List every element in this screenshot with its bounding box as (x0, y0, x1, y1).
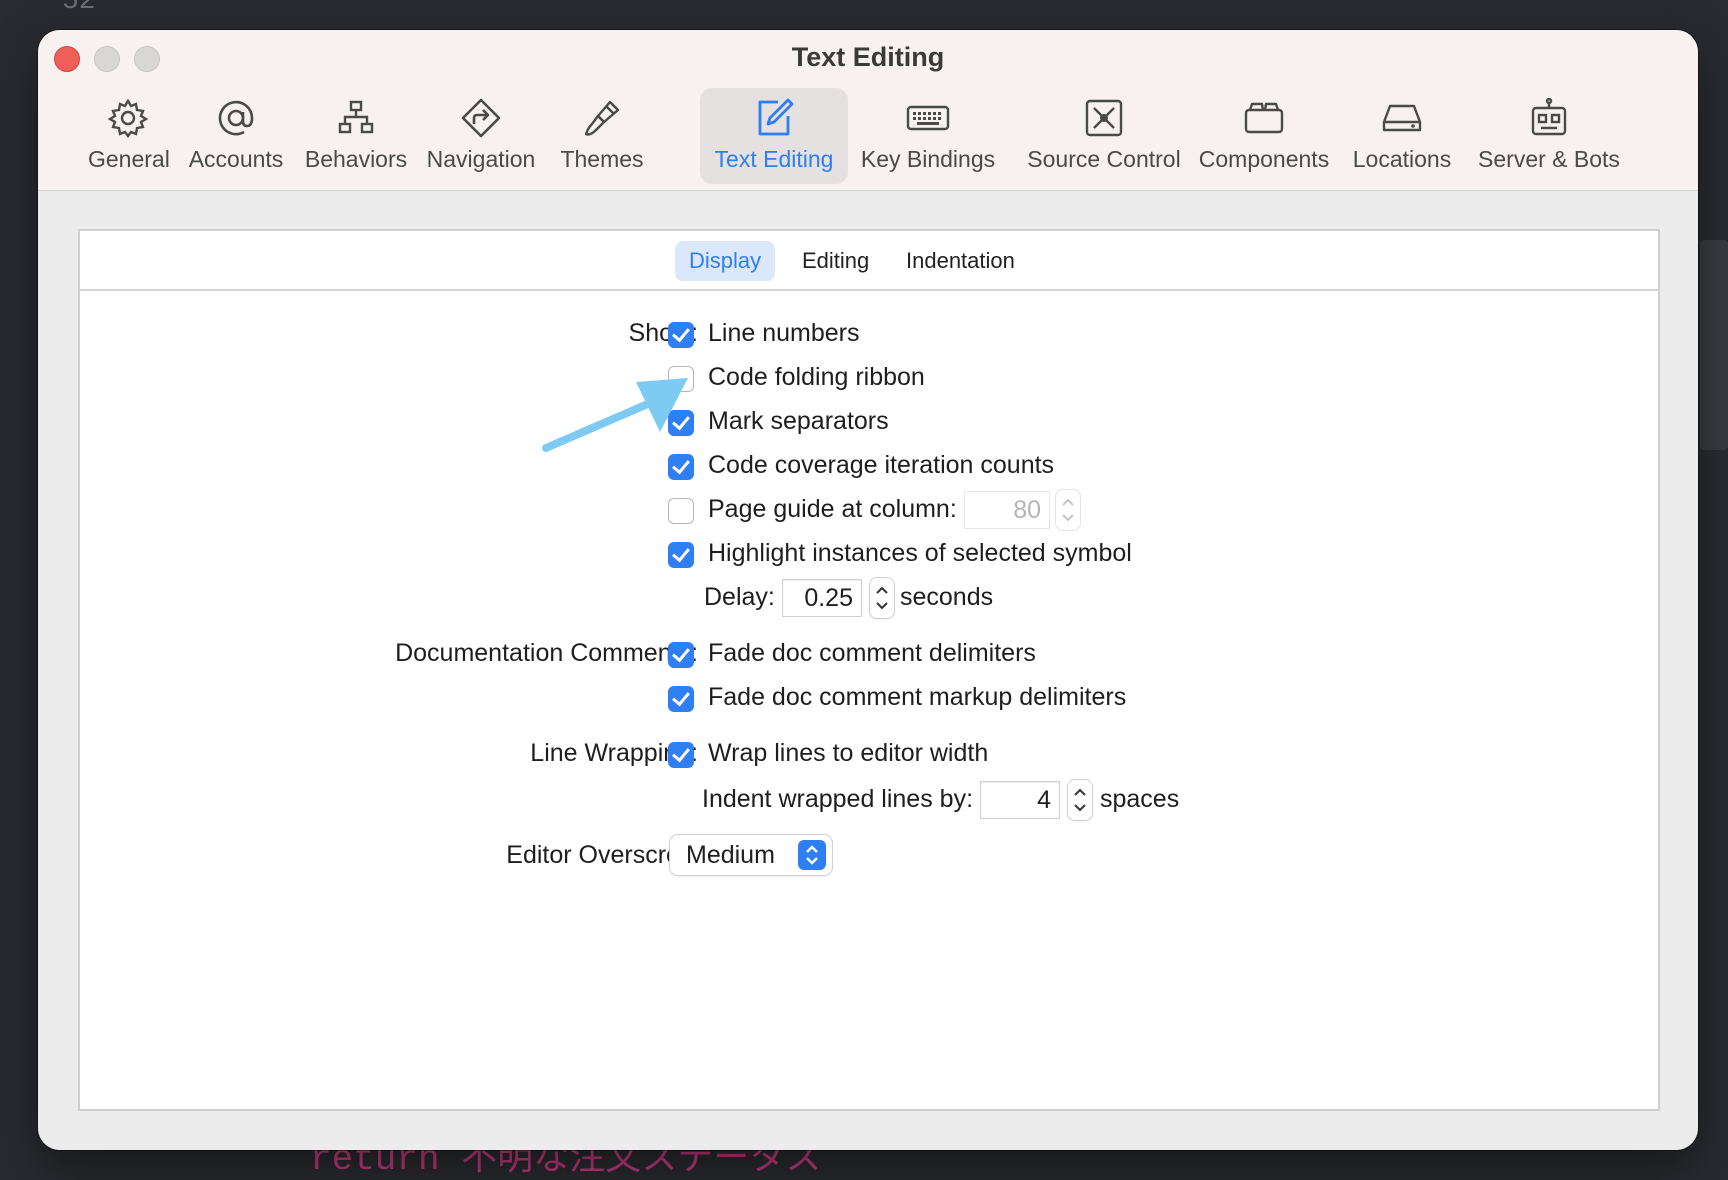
documentation-comments-label: Documentation Comments: (395, 639, 698, 667)
toolbar-source-control[interactable]: Source Control (1024, 88, 1184, 184)
annotation-arrow-icon (542, 378, 688, 452)
toolbar-label: Text Editing (714, 146, 834, 172)
toolbar-label: Navigation (426, 146, 536, 172)
navigation-arrow-icon (461, 98, 501, 138)
line-numbers-checkbox[interactable] (668, 322, 694, 348)
toolbar-navigation[interactable]: Navigation (422, 88, 540, 184)
toolbar-label: Server & Bots (1478, 146, 1620, 172)
highlight-instances-label: Highlight instances of selected symbol (708, 539, 1132, 567)
fade-doc-delimiters-label: Fade doc comment delimiters (708, 639, 1036, 667)
toolbar-behaviors[interactable]: Behaviors (304, 88, 408, 184)
gear-icon (107, 98, 149, 138)
wrap-lines-label: Wrap lines to editor width (708, 739, 989, 767)
paintbrush-icon (584, 100, 620, 136)
page-guide-label: Page guide at column: (708, 495, 957, 523)
toolbar-server-bots[interactable]: Server & Bots (1474, 88, 1624, 184)
preferences-content: Display Editing Indentation Show: Line n… (38, 191, 1698, 1150)
delay-unit: seconds (900, 583, 994, 611)
toolbar-text-editing[interactable]: Text Editing (700, 88, 848, 184)
text-editing-panel: Display Editing Indentation Show: Line n… (78, 229, 1660, 1111)
tab-editing[interactable]: Editing (788, 241, 883, 281)
toolbar-general[interactable]: General (88, 88, 170, 184)
editor-scrollbar[interactable] (1700, 240, 1728, 450)
toolbar-accounts[interactable]: Accounts (188, 88, 284, 184)
titlebar: Text Editing General Accounts Behaviors … (38, 30, 1698, 191)
toolbar-label: Components (1198, 146, 1330, 172)
toolbar-label: Source Control (1027, 146, 1181, 172)
stepper-arrows-icon (1074, 788, 1086, 812)
wrap-lines-checkbox[interactable] (668, 742, 694, 768)
indent-wrapped-label: Indent wrapped lines by: (702, 785, 974, 813)
hierarchy-icon (338, 100, 374, 134)
popup-arrows-icon (798, 840, 826, 870)
pencil-square-icon (758, 98, 794, 136)
page-guide-stepper[interactable] (1056, 490, 1080, 530)
fade-doc-delimiters-checkbox[interactable] (668, 642, 694, 668)
at-sign-icon (218, 100, 254, 136)
toolbar-label: Locations (1352, 146, 1452, 172)
toolbar-themes[interactable]: Themes (554, 88, 650, 184)
toolbar-label: Key Bindings (860, 146, 996, 172)
components-box-icon (1244, 102, 1284, 134)
editor-overscroll-popup[interactable]: Medium (670, 835, 832, 875)
indent-wrapped-stepper[interactable] (1068, 780, 1092, 820)
tab-indentation[interactable]: Indentation (892, 241, 1029, 281)
page-guide-column-field[interactable]: 80 (964, 491, 1050, 529)
toolbar-locations[interactable]: Locations (1350, 88, 1454, 184)
toolbar-label: Behaviors (304, 146, 408, 172)
code-folding-ribbon-label: Code folding ribbon (708, 363, 925, 391)
fade-doc-markup-checkbox[interactable] (668, 686, 694, 712)
window-title: Text Editing (791, 42, 945, 72)
line-numbers-label: Line numbers (708, 319, 860, 347)
indent-wrapped-field[interactable]: 4 (980, 781, 1060, 819)
toolbar-label: Accounts (188, 146, 284, 172)
toolbar-key-bindings[interactable]: Key Bindings (860, 88, 996, 184)
code-coverage-label: Code coverage iteration counts (708, 451, 1055, 479)
source-control-icon (1085, 99, 1123, 137)
toolbar-label: General (88, 146, 170, 172)
tab-display[interactable]: Display (675, 241, 776, 281)
line-number: 52 (62, 0, 96, 17)
fade-doc-markup-label: Fade doc comment markup delimiters (708, 683, 1127, 711)
highlight-instances-checkbox[interactable] (668, 542, 694, 568)
delay-stepper[interactable] (870, 578, 894, 618)
segmented-tabs: Display Editing Indentation (80, 231, 1658, 291)
toolbar-label: Themes (560, 146, 644, 172)
delay-label: Delay: (704, 583, 775, 611)
editor-overscroll-value: Medium (686, 841, 775, 869)
robot-icon (1531, 97, 1567, 136)
keyboard-icon (906, 105, 950, 131)
toolbar-components[interactable]: Components (1198, 88, 1330, 184)
mark-separators-label: Mark separators (708, 407, 889, 435)
stepper-arrows-icon (1062, 498, 1074, 522)
stepper-arrows-icon (876, 586, 888, 610)
indent-wrapped-unit: spaces (1100, 785, 1180, 813)
preferences-toolbar: General Accounts Behaviors Navigation Th… (38, 86, 1698, 186)
delay-field[interactable]: 0.25 (782, 579, 862, 617)
settings-window: Text Editing General Accounts Behaviors … (38, 30, 1698, 1150)
drive-icon (1382, 104, 1422, 132)
page-guide-checkbox[interactable] (668, 498, 694, 524)
